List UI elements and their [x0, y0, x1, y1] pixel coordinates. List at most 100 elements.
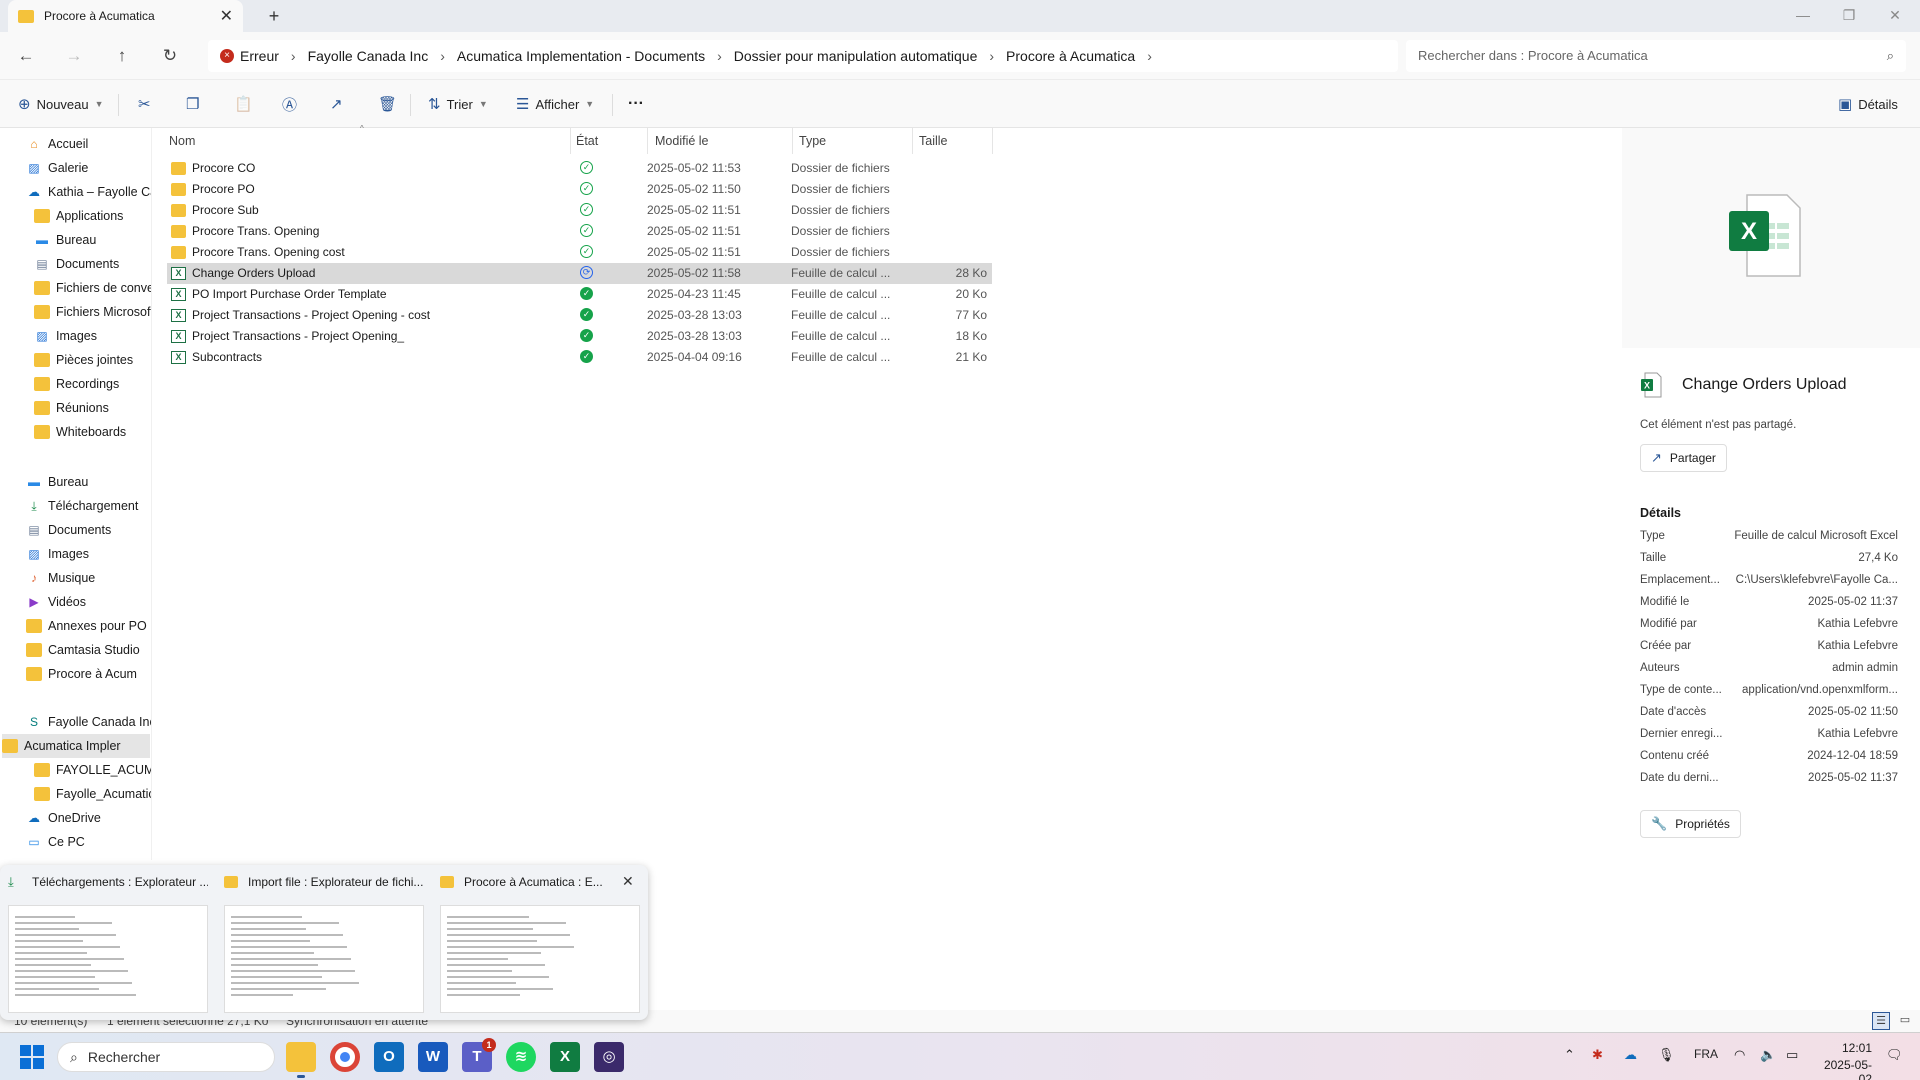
window-thumbnail[interactable]: ⤓ Téléchargements : Explorateur ...	[0, 865, 216, 1020]
microphone-icon[interactable]: 🎙	[1658, 1047, 1675, 1063]
file-row[interactable]: Procore Sub ✓ 2025-05-02 11:51 Dossier de f…	[167, 200, 992, 221]
breadcrumb-item[interactable]: Fayolle Canada Inc	[308, 48, 429, 64]
sidebar-item[interactable]: ☁ OneDrive	[26, 806, 151, 830]
file-row[interactable]: Procore Trans. Opening ✓ 2025-05-02 11:51 D…	[167, 221, 992, 242]
sidebar-item[interactable]: Annexes pour PO📌	[26, 614, 151, 638]
file-row[interactable]: X Project Transactions - Project Opening_…	[167, 326, 992, 347]
sidebar-item[interactable]: Fayolle_Acumatic	[34, 782, 151, 806]
breadcrumb-error[interactable]: Erreur	[240, 48, 279, 64]
sidebar-item[interactable]: ☁ Kathia – Fayolle Ca	[26, 180, 151, 204]
language-indicator[interactable]: FRA	[1694, 1047, 1718, 1061]
spotify-icon[interactable]: ≋	[506, 1042, 536, 1072]
chevron-up-icon[interactable]: ⌃	[1564, 1047, 1575, 1063]
file-row[interactable]: X Project Transactions - Project Opening …	[167, 305, 992, 326]
excel-icon[interactable]: X	[550, 1042, 580, 1072]
volume-icon[interactable]: 🔈	[1760, 1047, 1776, 1063]
close-window-button[interactable]: ✕	[1872, 0, 1918, 32]
file-row[interactable]: X Subcontracts ✓ 2025-04-04 09:16 Feuille de…	[167, 347, 992, 368]
sidebar-item[interactable]: ▤ Documents	[34, 252, 151, 276]
properties-button[interactable]: 🔧 Propriétés	[1640, 810, 1741, 838]
breadcrumb-item[interactable]: Dossier pour manipulation automatique	[734, 48, 978, 64]
file-row[interactable]: Procore PO ✓ 2025-05-02 11:50 Dossier de fi…	[167, 179, 992, 200]
paste-button[interactable]: 📋	[234, 92, 259, 116]
app-icon[interactable]: ◎	[594, 1042, 624, 1072]
sidebar-item[interactable]: ▨ Galerie	[26, 156, 151, 180]
column-header-type[interactable]: Type	[799, 128, 826, 154]
sidebar-item[interactable]: Pièces jointes	[34, 348, 151, 372]
file-row[interactable]: X PO Import Purchase Order Template ✓ 2025-…	[167, 284, 992, 305]
teams-icon[interactable]: T1	[462, 1038, 496, 1072]
details-pane-button[interactable]: ▣ Détails	[1838, 92, 1898, 116]
search-input[interactable]: Rechercher dans : Procore à Acumatica ⌕	[1406, 40, 1906, 72]
file-row[interactable]: X Change Orders Upload ⟳ 2025-05-02 11:58 Fe…	[167, 263, 992, 284]
up-arrow-icon[interactable]: ↑	[108, 44, 136, 68]
delete-button[interactable]: 🗑	[378, 92, 403, 116]
clock-time[interactable]: 12:01	[1812, 1041, 1872, 1055]
chevron-right-icon[interactable]: ›	[717, 48, 722, 64]
breadcrumb-item[interactable]: Acumatica Implementation - Documents	[457, 48, 705, 64]
rename-button[interactable]: Ⓐ	[282, 92, 303, 116]
sidebar-item[interactable]: Recordings	[34, 372, 151, 396]
sidebar-item[interactable]: Fichiers de conver	[34, 276, 151, 300]
browser-tab[interactable]: Procore à Acumatica ✕	[8, 0, 243, 32]
sidebar-item[interactable]: ▭ Ce PC	[26, 830, 151, 854]
chevron-right-icon[interactable]: ›	[291, 48, 296, 64]
notification-icon[interactable]: 🗨	[1886, 1047, 1903, 1063]
forward-arrow-icon[interactable]: →	[60, 44, 88, 68]
sidebar-item[interactable]: ▨Images📌	[26, 542, 151, 566]
chevron-right-icon[interactable]: ›	[1147, 48, 1152, 64]
details-view-icon[interactable]: ☰	[1872, 1012, 1890, 1030]
minimize-button[interactable]: —	[1780, 0, 1826, 32]
column-header-state[interactable]: État	[576, 128, 598, 154]
refresh-icon[interactable]: ↻	[156, 44, 184, 68]
battery-icon[interactable]: ▭	[1786, 1047, 1798, 1063]
sidebar-item[interactable]: ▭ OS (C:)	[34, 854, 151, 860]
sidebar-item[interactable]: FAYOLLE_ACUMA	[34, 758, 151, 782]
sidebar-item[interactable]: Procore à Acum📌	[26, 662, 151, 686]
onedrive-icon[interactable]: ☁	[1624, 1047, 1637, 1063]
sidebar-item[interactable]: Fichiers Microsoft	[34, 300, 151, 324]
tiles-view-icon[interactable]: ▭	[1896, 1012, 1914, 1030]
sort-button[interactable]: ⇅ Trier ▼	[428, 92, 488, 116]
window-thumbnail[interactable]: Procore à Acumatica : E...	[432, 865, 648, 1020]
outlook-icon[interactable]: O	[374, 1042, 404, 1072]
chevron-right-icon[interactable]: ›	[440, 48, 445, 64]
taskbar-search[interactable]: ⌕ Rechercher	[57, 1042, 275, 1072]
column-header-name[interactable]: Nom	[169, 128, 195, 154]
sidebar-item[interactable]: ▬ Bureau	[34, 228, 151, 252]
more-options-button[interactable]: ···	[628, 92, 644, 116]
column-header-size[interactable]: Taille	[919, 128, 948, 154]
share-button[interactable]: ↗	[330, 92, 349, 116]
sidebar-item[interactable]: ⌂ Accueil	[26, 132, 151, 156]
sidebar-item[interactable]: Applications	[34, 204, 151, 228]
sidebar-item[interactable]: Acumatica Impler	[2, 734, 150, 758]
clock-date[interactable]: 2025-05-02	[1812, 1058, 1872, 1080]
sidebar-item[interactable]: ▬Bureau📌	[26, 470, 151, 494]
sidebar-item[interactable]: ▨ Images	[34, 324, 151, 348]
breadcrumb-item[interactable]: Procore à Acumatica	[1006, 48, 1135, 64]
chrome-icon[interactable]	[330, 1042, 360, 1072]
sidebar-item[interactable]: Camtasia Studio📌	[26, 638, 151, 662]
close-tab-icon[interactable]: ✕	[220, 6, 233, 26]
copy-button[interactable]: ❐	[186, 92, 205, 116]
new-tab-button[interactable]: +	[262, 4, 286, 28]
sidebar-item[interactable]: ♪Musique📌	[26, 566, 151, 590]
back-arrow-icon[interactable]: ←	[12, 44, 40, 68]
file-explorer-icon[interactable]	[286, 1042, 316, 1078]
sidebar-item[interactable]: ▶Vidéos📌	[26, 590, 151, 614]
new-button[interactable]: ⊕ Nouveau ▼	[18, 92, 104, 116]
file-row[interactable]: Procore Trans. Opening cost ✓ 2025-05-02 1…	[167, 242, 992, 263]
cut-button[interactable]: ✂	[138, 92, 157, 116]
column-header-modified[interactable]: Modifié le	[655, 128, 709, 154]
windows-start-icon[interactable]	[20, 1045, 44, 1069]
window-thumbnail[interactable]: Import file : Explorateur de fichi...	[216, 865, 432, 1020]
restore-button[interactable]: ❐	[1826, 0, 1872, 32]
file-row[interactable]: Procore CO ✓ 2025-05-02 11:53 Dossier de fi…	[167, 158, 992, 179]
view-button[interactable]: ☰ Afficher ▼	[516, 92, 594, 116]
chevron-right-icon[interactable]: ›	[989, 48, 994, 64]
tray-app-icon[interactable]: ✱	[1592, 1047, 1603, 1063]
sidebar-item[interactable]: S Fayolle Canada Inc	[26, 710, 151, 734]
word-icon[interactable]: W	[418, 1042, 448, 1072]
sidebar-item[interactable]: ⤓Téléchargement📌	[26, 494, 151, 518]
wifi-icon[interactable]: ◠	[1734, 1047, 1745, 1063]
